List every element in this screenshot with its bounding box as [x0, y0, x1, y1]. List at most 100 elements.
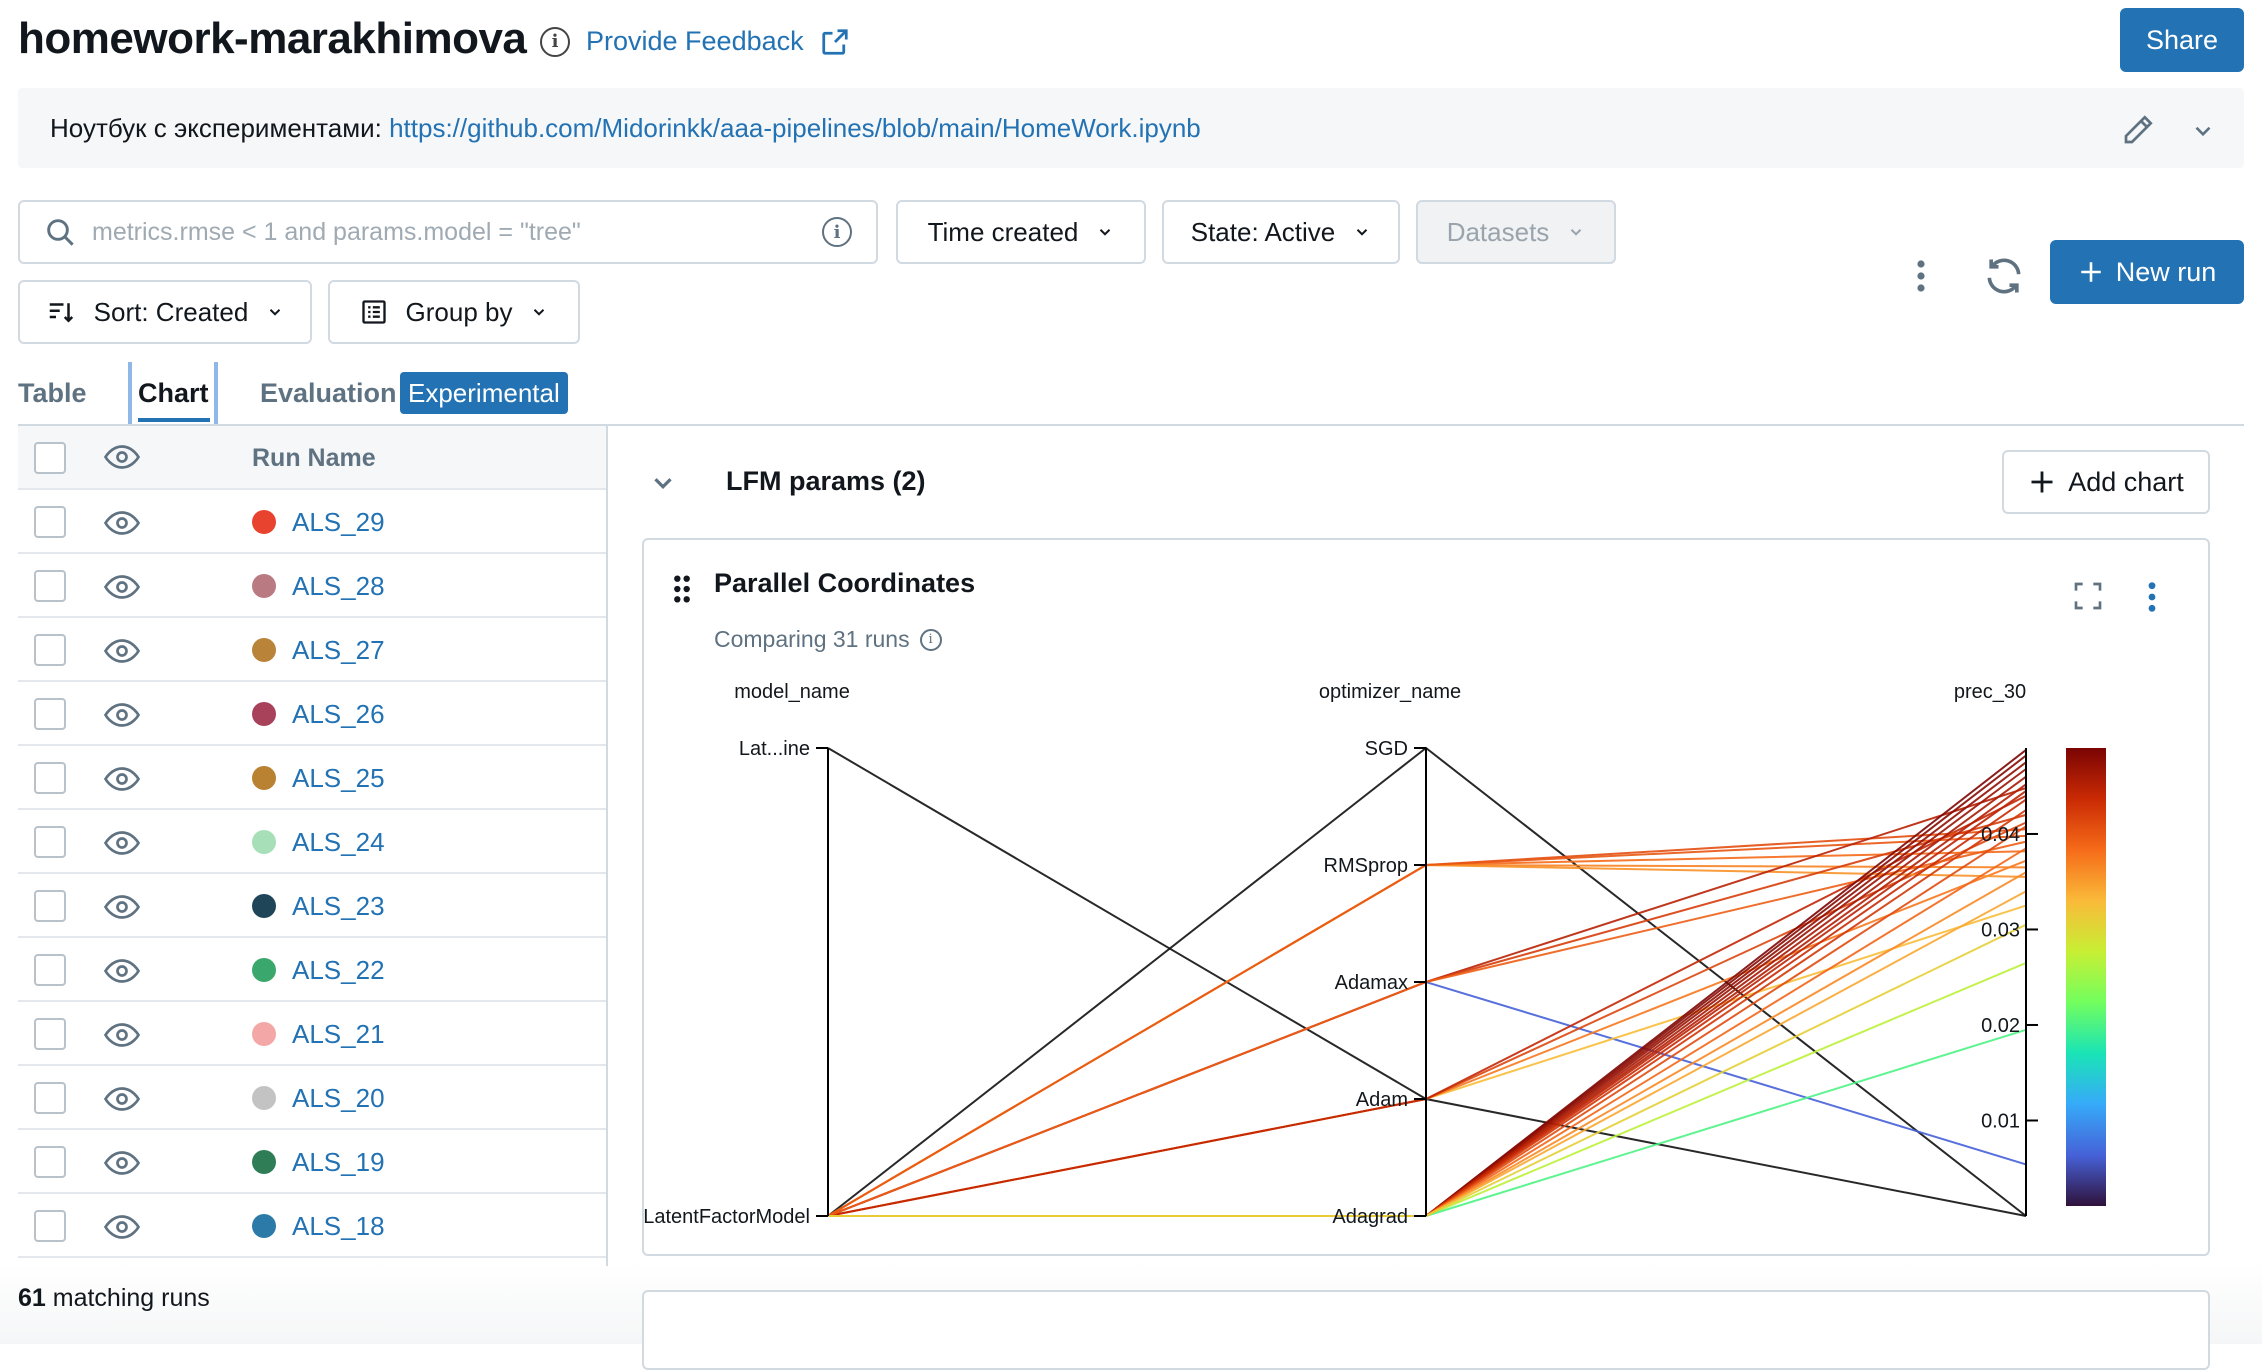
search-input[interactable]: metrics.rmse < 1 and params.model = "tre… [18, 200, 878, 264]
fullscreen-icon[interactable] [2072, 580, 2104, 612]
row-checkbox[interactable] [34, 954, 66, 986]
chevron-down-icon[interactable] [2190, 118, 2216, 144]
info-icon[interactable]: i [919, 628, 942, 651]
eye-icon[interactable] [104, 1150, 140, 1176]
run-name-header[interactable]: Run Name [252, 444, 376, 473]
sort-dropdown[interactable]: Sort: Created [18, 280, 312, 344]
drag-handle-icon[interactable] [672, 574, 692, 604]
eye-icon[interactable] [104, 830, 140, 856]
table-row[interactable]: ALS_18 [18, 1194, 606, 1258]
eye-icon[interactable] [104, 638, 140, 664]
run-name-link[interactable]: ALS_20 [292, 1083, 385, 1114]
description-prefix: Ноутбук с экспериментами: [50, 113, 390, 143]
run-color-dot [252, 510, 276, 534]
search-info-icon[interactable]: i [822, 217, 852, 247]
run-name-link[interactable]: ALS_23 [292, 891, 385, 922]
run-name-link[interactable]: ALS_29 [292, 507, 385, 538]
run-color-dot [252, 894, 276, 918]
run-name-link[interactable]: ALS_19 [292, 1147, 385, 1178]
plus-icon [2080, 262, 2101, 282]
run-color-dot [252, 1150, 276, 1174]
eye-icon[interactable] [104, 958, 140, 984]
eye-icon[interactable] [104, 766, 140, 792]
table-row[interactable]: ALS_25 [18, 746, 606, 810]
state-label: State: Active [1190, 216, 1336, 247]
eye-icon[interactable] [104, 702, 140, 728]
list-icon [361, 300, 386, 324]
state-dropdown[interactable]: State: Active [1162, 200, 1400, 264]
table-row[interactable]: ALS_26 [18, 682, 606, 746]
table-row[interactable]: ALS_22 [18, 938, 606, 1002]
run-name-link[interactable]: ALS_18 [292, 1211, 385, 1242]
row-checkbox[interactable] [34, 634, 66, 666]
group-by-label: Group by [405, 296, 513, 327]
table-row[interactable]: ALS_19 [18, 1130, 606, 1194]
tab-chart[interactable]: Chart [138, 378, 209, 409]
run-name-link[interactable]: ALS_21 [292, 1019, 385, 1050]
row-checkbox[interactable] [34, 506, 66, 538]
experimental-badge: Experimental [400, 372, 568, 414]
eye-icon[interactable] [104, 574, 140, 600]
time-created-dropdown[interactable]: Time created [896, 200, 1146, 264]
eye-icon[interactable] [104, 1086, 140, 1112]
table-row[interactable]: ALS_20 [18, 1066, 606, 1130]
row-checkbox[interactable] [34, 698, 66, 730]
run-color-dot [252, 1022, 276, 1046]
eye-icon[interactable] [104, 1214, 140, 1240]
refresh-icon[interactable] [1982, 254, 2026, 298]
select-all-checkbox[interactable] [34, 442, 66, 474]
share-button[interactable]: Share [2120, 8, 2244, 72]
run-color-dot [252, 1086, 276, 1110]
tab-evaluation[interactable]: Evaluation [260, 378, 397, 409]
row-checkbox[interactable] [34, 826, 66, 858]
sort-label: Sort: Created [93, 296, 249, 327]
notebook-link[interactable]: https://github.com/Midorinkk/aaa-pipelin… [389, 113, 1201, 143]
active-tab-indicator [138, 418, 210, 422]
eye-icon[interactable] [104, 894, 140, 920]
chevron-down-icon [1100, 229, 1111, 236]
eye-icon[interactable] [104, 444, 140, 470]
table-row[interactable]: ALS_23 [18, 874, 606, 938]
row-checkbox[interactable] [34, 1146, 66, 1178]
search-icon [47, 219, 74, 246]
external-link-icon [822, 28, 848, 55]
chevron-down-icon[interactable] [648, 468, 678, 498]
run-color-dot [252, 702, 276, 726]
row-checkbox[interactable] [34, 1210, 66, 1242]
more-options-icon[interactable] [1906, 258, 1936, 294]
experiment-title: homework-marakhimova [18, 14, 527, 63]
table-row[interactable]: ALS_21 [18, 1002, 606, 1066]
eye-icon[interactable] [104, 510, 140, 536]
row-checkbox[interactable] [34, 1018, 66, 1050]
table-row[interactable]: ALS_29 [18, 490, 606, 554]
table-row[interactable]: ALS_28 [18, 554, 606, 618]
datasets-dropdown[interactable]: Datasets [1416, 200, 1616, 264]
tab-table[interactable]: Table [18, 378, 87, 409]
run-name-link[interactable]: ALS_22 [292, 955, 385, 986]
pencil-icon[interactable] [2120, 112, 2156, 148]
row-checkbox[interactable] [34, 890, 66, 922]
chart-more-options-icon[interactable] [2140, 580, 2164, 614]
provide-feedback-link[interactable]: i Provide Feedback [540, 26, 850, 57]
run-name-link[interactable]: ALS_25 [292, 763, 385, 794]
run-color-dot [252, 766, 276, 790]
table-row[interactable]: ALS_27 [18, 618, 606, 682]
provide-feedback-label[interactable]: Provide Feedback [586, 26, 804, 57]
chart-subtitle: Comparing 31 runs i [714, 626, 942, 653]
add-chart-button[interactable]: Add chart [2002, 450, 2210, 514]
section-title: LFM params (2) [726, 466, 926, 496]
row-checkbox[interactable] [34, 762, 66, 794]
group-by-dropdown[interactable]: Group by [328, 280, 580, 344]
row-checkbox[interactable] [34, 1082, 66, 1114]
run-name-link[interactable]: ALS_26 [292, 699, 385, 730]
eye-icon[interactable] [104, 1022, 140, 1048]
new-run-button[interactable]: New run [2050, 240, 2244, 304]
run-name-link[interactable]: ALS_27 [292, 635, 385, 666]
table-row[interactable]: ALS_24 [18, 810, 606, 874]
run-name-link[interactable]: ALS_28 [292, 571, 385, 602]
row-checkbox[interactable] [34, 570, 66, 602]
run-name-link[interactable]: ALS_24 [292, 827, 385, 858]
info-icon[interactable]: i [540, 26, 570, 57]
run-color-dot [252, 958, 276, 982]
matching-runs-label: matching runs [45, 1284, 210, 1312]
